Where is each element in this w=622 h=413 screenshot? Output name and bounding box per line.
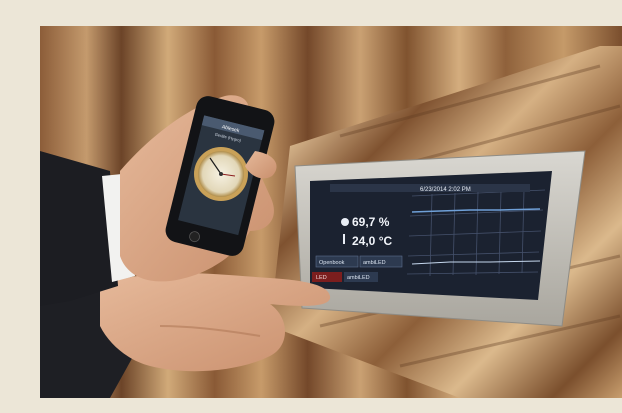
photo-illustration: 6/23/2014 2:02 PM 69,7 % 24,0 °C Openboo…	[40, 26, 622, 398]
product-photo: 6/23/2014 2:02 PM 69,7 % 24,0 °C Openboo…	[40, 26, 622, 398]
humidity-reading: 69,7 %	[352, 215, 390, 229]
thermometer-icon	[343, 234, 345, 244]
image-frame: 6/23/2014 2:02 PM 69,7 % 24,0 °C Openboo…	[0, 0, 622, 413]
panel-datetime: 6/23/2014 2:02 PM	[420, 187, 471, 193]
upper-sleeve	[40, 151, 118, 306]
humidity-drop-icon	[341, 218, 349, 226]
openbook-label: Openbook	[319, 260, 345, 266]
temperature-reading: 24,0 °C	[352, 234, 392, 248]
ambiled-label: ambiLED	[363, 260, 386, 266]
ambiled-bottom-label: ambiLED	[347, 275, 370, 281]
led-label: LED	[316, 275, 327, 281]
